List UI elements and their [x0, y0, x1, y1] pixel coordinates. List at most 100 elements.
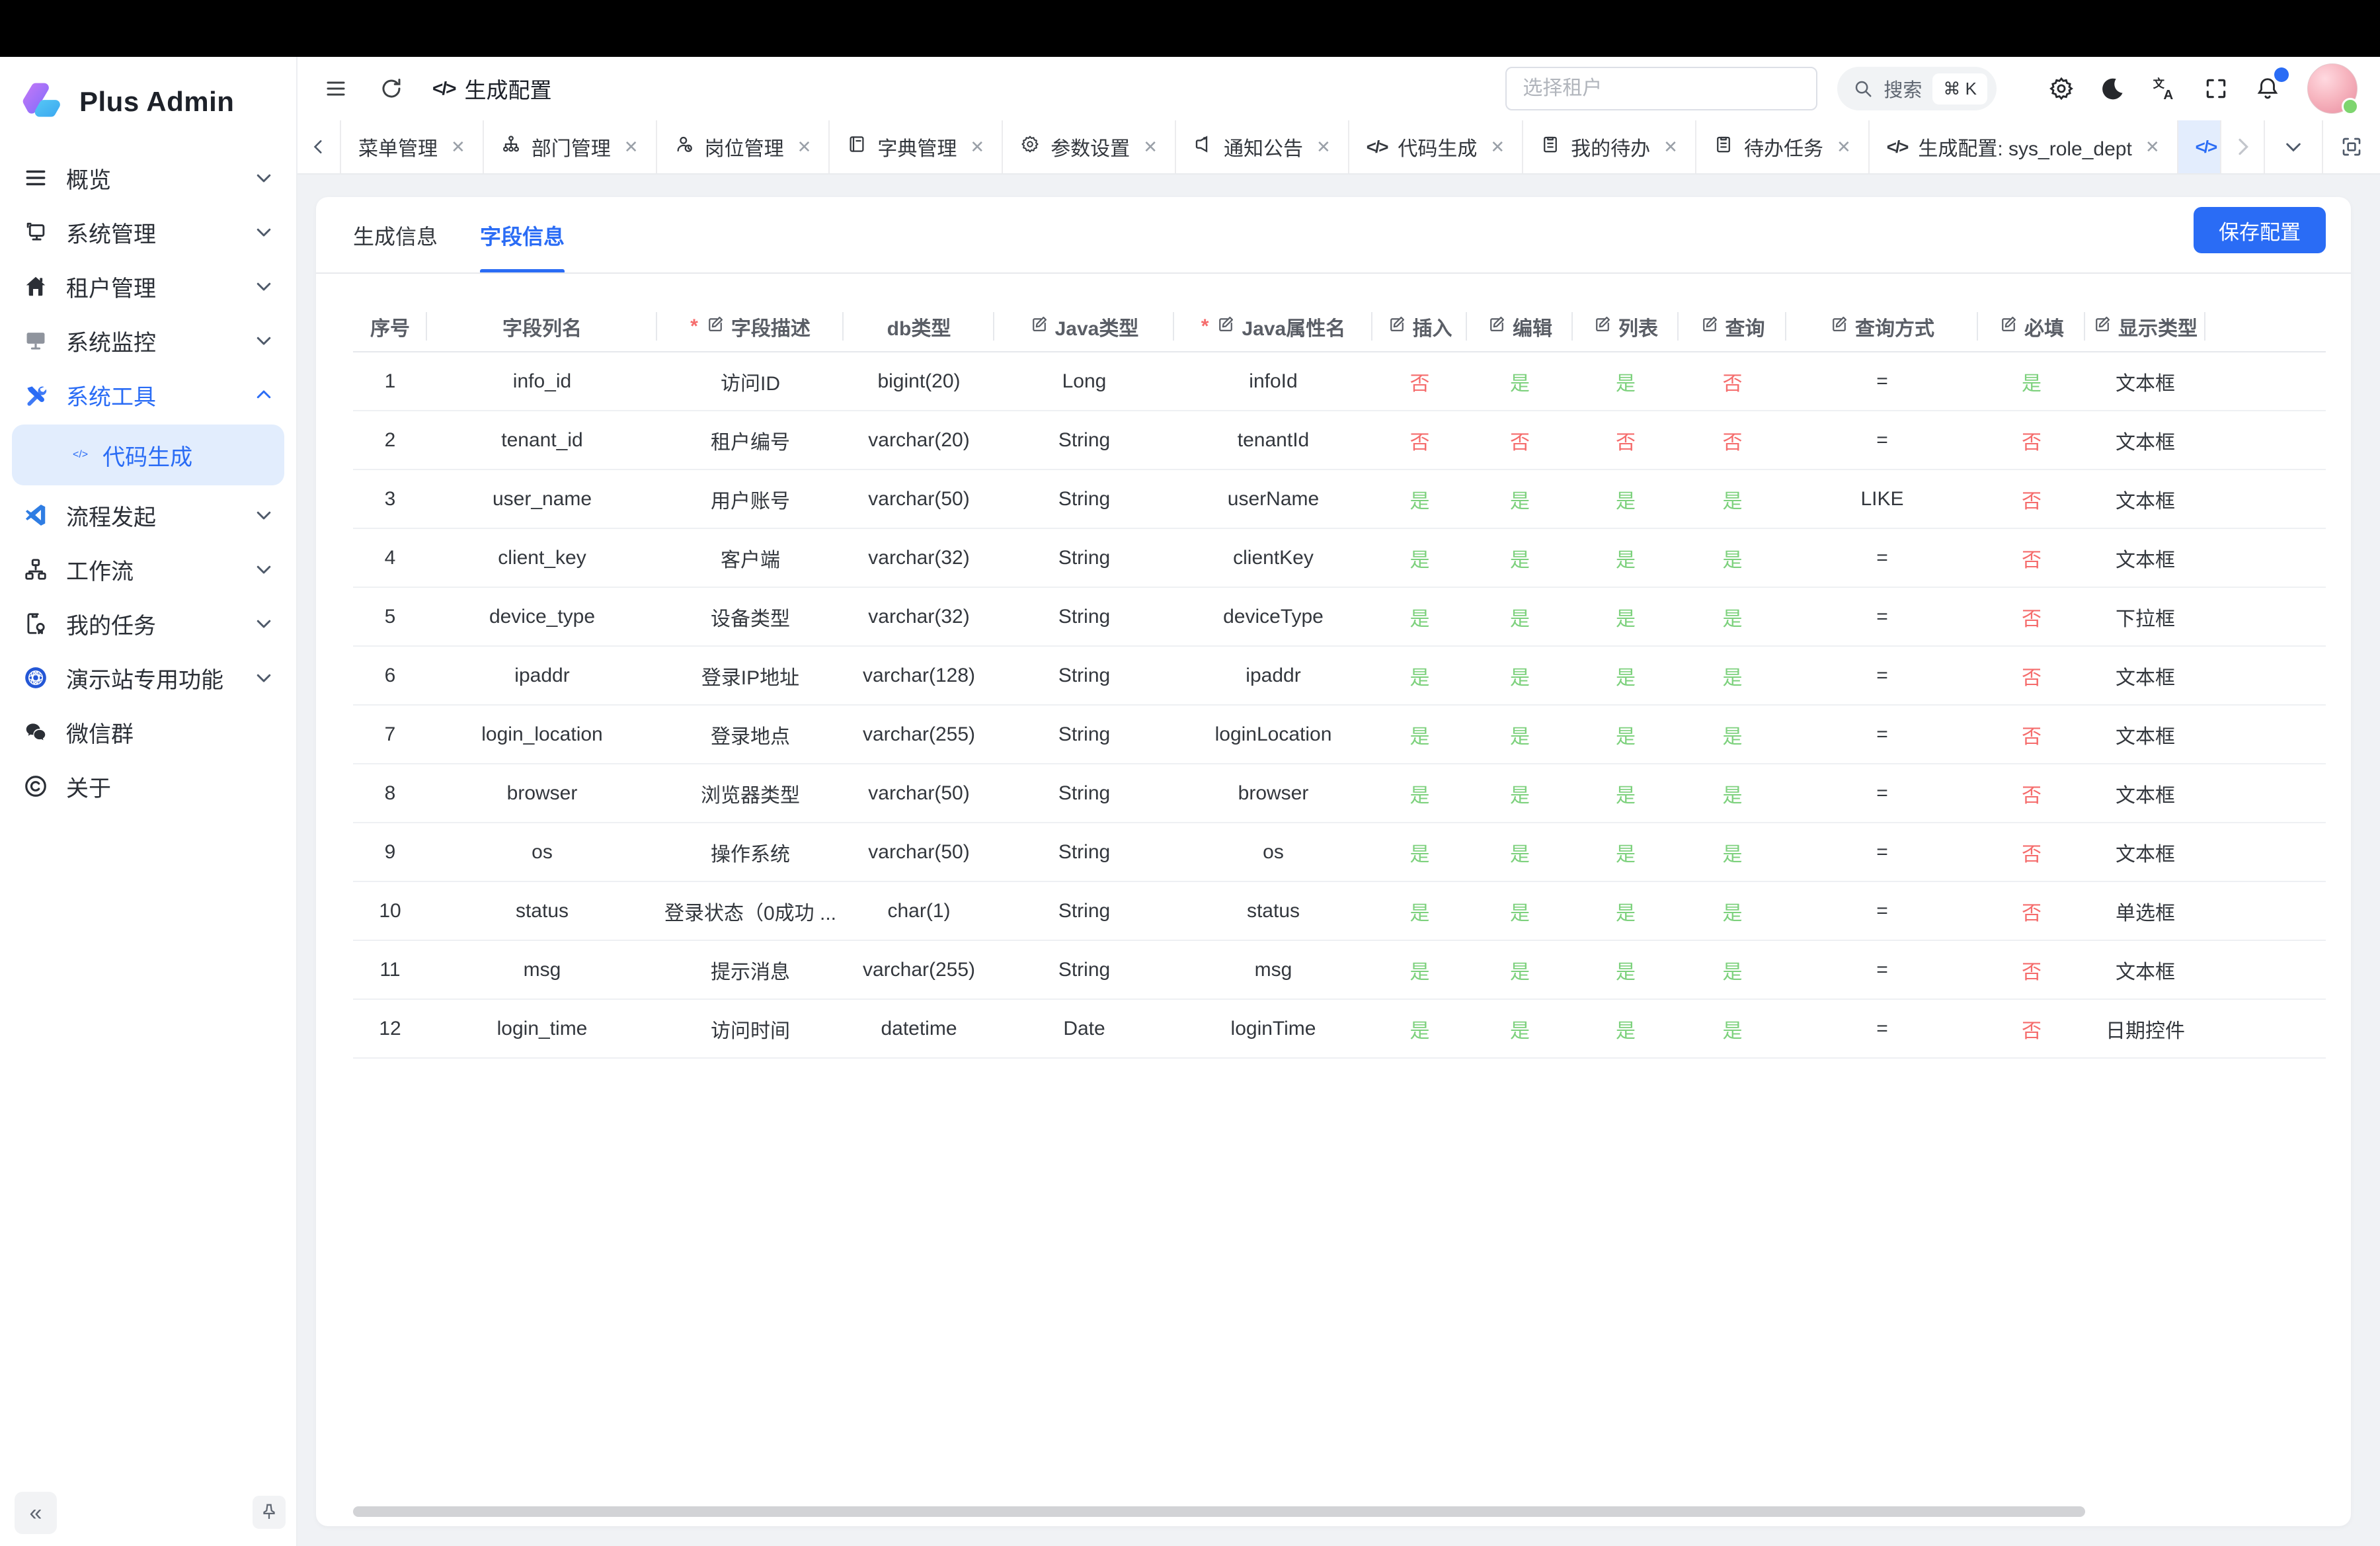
- dark-mode-moon-icon[interactable]: [2098, 74, 2127, 103]
- page-tab-0[interactable]: 菜单管理✕: [341, 120, 484, 173]
- cell-list[interactable]: 是: [1573, 352, 1679, 411]
- horizontal-scrollbar-thumb[interactable]: [353, 1506, 2085, 1517]
- cell-queryType[interactable]: =: [1786, 587, 1978, 646]
- cell-query[interactable]: 否: [1679, 411, 1786, 469]
- cell-query[interactable]: 是: [1679, 823, 1786, 881]
- sidebar-item-0[interactable]: 概览: [0, 151, 296, 205]
- cell-query[interactable]: 是: [1679, 999, 1786, 1058]
- cell-insert[interactable]: 是: [1372, 823, 1467, 881]
- cell-queryType[interactable]: LIKE: [1786, 469, 1978, 528]
- cell-required[interactable]: 是: [1978, 352, 2085, 411]
- tabs-scroll-right-icon[interactable]: [2220, 120, 2264, 173]
- cell-required[interactable]: 否: [1978, 705, 2085, 764]
- close-icon[interactable]: ✕: [1316, 137, 1331, 157]
- cell-required[interactable]: 否: [1978, 999, 2085, 1058]
- cell-insert[interactable]: 是: [1372, 469, 1467, 528]
- close-icon[interactable]: ✕: [970, 137, 984, 157]
- sidebar-item-5[interactable]: 流程发起: [0, 488, 296, 542]
- cell-required[interactable]: 否: [1978, 940, 2085, 999]
- sidebar-item-8[interactable]: 演示站专用功能: [0, 651, 296, 705]
- cell-edit[interactable]: 是: [1467, 469, 1573, 528]
- cell-insert[interactable]: 是: [1372, 587, 1467, 646]
- cell-edit[interactable]: 是: [1467, 881, 1573, 940]
- cell-edit[interactable]: 是: [1467, 352, 1573, 411]
- tab-field-info[interactable]: 字段信息: [480, 197, 565, 274]
- cell-queryType[interactable]: =: [1786, 646, 1978, 705]
- cell-display[interactable]: 文本框: [2085, 940, 2205, 999]
- sidebar-item-10[interactable]: 关于: [0, 759, 296, 813]
- cell-display[interactable]: 文本框: [2085, 411, 2205, 469]
- cell-queryType[interactable]: =: [1786, 705, 1978, 764]
- cell-required[interactable]: 否: [1978, 528, 2085, 587]
- cell-required[interactable]: 否: [1978, 411, 2085, 469]
- cell-edit[interactable]: 是: [1467, 940, 1573, 999]
- cell-required[interactable]: 否: [1978, 823, 2085, 881]
- page-tab-4[interactable]: 参数设置✕: [1003, 120, 1176, 173]
- cell-display[interactable]: 文本框: [2085, 823, 2205, 881]
- user-avatar[interactable]: [2307, 63, 2358, 114]
- cell-query[interactable]: 是: [1679, 469, 1786, 528]
- cell-edit[interactable]: 否: [1467, 411, 1573, 469]
- cell-required[interactable]: 否: [1978, 646, 2085, 705]
- cell-list[interactable]: 是: [1573, 469, 1679, 528]
- cell-edit[interactable]: 是: [1467, 587, 1573, 646]
- sidebar-item-1[interactable]: 系统管理: [0, 205, 296, 259]
- cell-display[interactable]: 日期控件: [2085, 999, 2205, 1058]
- cell-edit[interactable]: 是: [1467, 528, 1573, 587]
- settings-gear-icon[interactable]: [2047, 74, 2076, 103]
- cell-query[interactable]: 是: [1679, 705, 1786, 764]
- cell-required[interactable]: 否: [1978, 469, 2085, 528]
- cell-insert[interactable]: 是: [1372, 881, 1467, 940]
- cell-display[interactable]: 文本框: [2085, 528, 2205, 587]
- close-icon[interactable]: ✕: [1490, 137, 1505, 157]
- cell-queryType[interactable]: =: [1786, 881, 1978, 940]
- fullscreen-icon[interactable]: [2202, 74, 2231, 103]
- sidebar-item-2[interactable]: 租户管理: [0, 259, 296, 313]
- close-icon[interactable]: ✕: [1663, 137, 1678, 157]
- sidebar-subitem-code-generation[interactable]: </>代码生成: [12, 425, 284, 485]
- cell-display[interactable]: 单选框: [2085, 881, 2205, 940]
- cell-queryType[interactable]: =: [1786, 823, 1978, 881]
- sidebar-item-3[interactable]: 系统监控: [0, 313, 296, 368]
- page-tab-9[interactable]: </>生成配置: sys_role_dept✕: [1870, 120, 2178, 173]
- sidebar-toggle-hamburger-icon[interactable]: [321, 74, 350, 103]
- content-maximize-icon[interactable]: [2322, 120, 2380, 173]
- cell-required[interactable]: 否: [1978, 881, 2085, 940]
- sidebar-item-9[interactable]: 微信群: [0, 705, 296, 759]
- cell-edit[interactable]: 是: [1467, 764, 1573, 823]
- close-icon[interactable]: ✕: [624, 137, 639, 157]
- page-tab-8[interactable]: 待办任务✕: [1696, 120, 1870, 173]
- cell-required[interactable]: 否: [1978, 587, 2085, 646]
- cell-edit[interactable]: 是: [1467, 999, 1573, 1058]
- tenant-select-input[interactable]: [1505, 67, 1817, 110]
- tabs-scroll-left-icon[interactable]: [298, 120, 341, 173]
- cell-insert[interactable]: 是: [1372, 999, 1467, 1058]
- cell-queryType[interactable]: =: [1786, 411, 1978, 469]
- cell-insert[interactable]: 是: [1372, 764, 1467, 823]
- cell-display[interactable]: 文本框: [2085, 352, 2205, 411]
- cell-list[interactable]: 是: [1573, 881, 1679, 940]
- cell-insert[interactable]: 是: [1372, 705, 1467, 764]
- cell-query[interactable]: 是: [1679, 764, 1786, 823]
- close-icon[interactable]: ✕: [797, 137, 812, 157]
- cell-list[interactable]: 是: [1573, 764, 1679, 823]
- page-tab-6[interactable]: </>代码生成✕: [1349, 120, 1523, 173]
- cell-list[interactable]: 是: [1573, 528, 1679, 587]
- cell-insert[interactable]: 否: [1372, 411, 1467, 469]
- cell-list[interactable]: 是: [1573, 646, 1679, 705]
- cell-display[interactable]: 文本框: [2085, 764, 2205, 823]
- cell-display[interactable]: 下拉框: [2085, 587, 2205, 646]
- page-tab-2[interactable]: 岗位管理✕: [657, 120, 830, 173]
- page-tab-5[interactable]: 通知公告✕: [1176, 120, 1349, 173]
- cell-edit[interactable]: 是: [1467, 823, 1573, 881]
- cell-edit[interactable]: 是: [1467, 705, 1573, 764]
- cell-queryType[interactable]: =: [1786, 940, 1978, 999]
- sidebar-item-7[interactable]: 我的任务: [0, 596, 296, 651]
- sidebar-item-6[interactable]: 工作流: [0, 542, 296, 596]
- cell-list[interactable]: 否: [1573, 411, 1679, 469]
- sidebar-collapse-button[interactable]: «: [15, 1492, 57, 1534]
- cell-insert[interactable]: 否: [1372, 352, 1467, 411]
- sidebar-item-4[interactable]: 系统工具: [0, 368, 296, 422]
- cell-edit[interactable]: 是: [1467, 646, 1573, 705]
- close-icon[interactable]: ✕: [451, 137, 465, 157]
